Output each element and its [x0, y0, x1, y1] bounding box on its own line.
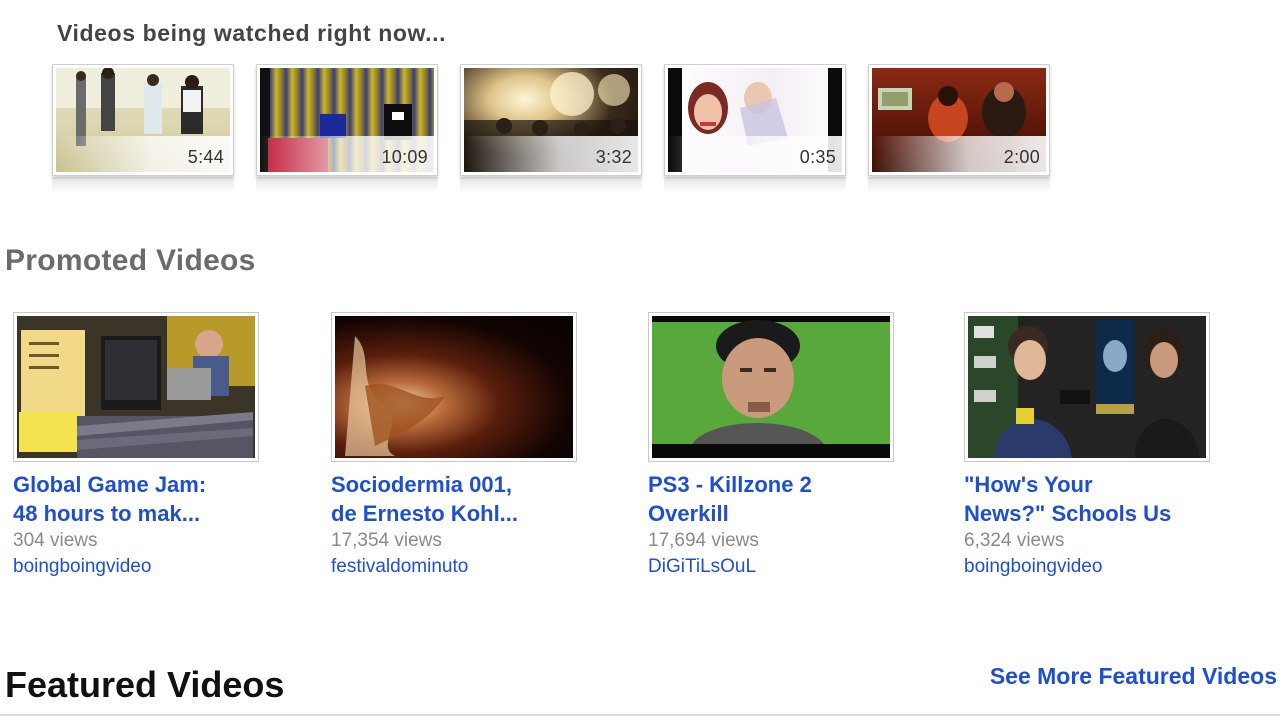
title-line-2: News?" Schools Us: [964, 501, 1172, 526]
promoted-videos-heading: Promoted Videos: [5, 244, 256, 277]
promoted-video-2: Sociodermia 001, de Ernesto Kohl... 17,3…: [331, 312, 601, 578]
thumbnail-image: [968, 316, 1206, 458]
thumbnail-image: [652, 316, 890, 458]
video-title-link[interactable]: "How's Your News?" Schools Us: [964, 470, 1209, 528]
promoted-video-4: "How's Your News?" Schools Us 6,324 view…: [964, 312, 1234, 578]
title-line-1: "How's Your: [964, 472, 1093, 497]
video-thumbnail[interactable]: [648, 312, 894, 462]
thumbnail-image: [17, 316, 255, 458]
duration-label: 0:35: [799, 147, 836, 167]
watched-thumbnail-4[interactable]: 0:35: [664, 64, 846, 176]
channel-link[interactable]: boingboingvideo: [964, 556, 1234, 578]
video-thumbnail[interactable]: [331, 312, 577, 462]
featured-videos-heading: Featured Videos: [5, 664, 285, 705]
promoted-video-3: PS3 - Killzone 2 Overkill 17,694 views D…: [648, 312, 918, 578]
watched-thumbnail-2[interactable]: 10:09: [256, 64, 438, 176]
section-divider: [0, 714, 1280, 716]
thumbnail-image: 10:09: [260, 68, 434, 172]
watched-thumbnail-5[interactable]: 2:00: [868, 64, 1050, 176]
duration-label: 5:44: [187, 147, 224, 167]
title-line-2: 48 hours to mak...: [13, 501, 201, 526]
promoted-video-1: Global Game Jam: 48 hours to mak... 304 …: [13, 312, 283, 578]
duration-label: 3:32: [595, 147, 632, 167]
thumbnail-reflection: [256, 177, 438, 193]
thumbnail-reflection: [460, 177, 642, 193]
title-line-2: Overkill: [648, 501, 729, 526]
view-count: 6,324 views: [964, 530, 1065, 551]
channel-link[interactable]: DiGiTiLsOuL: [648, 556, 918, 578]
title-line-1: Sociodermia 001,: [331, 472, 512, 497]
thumbnail-reflection: [868, 177, 1050, 193]
channel-link[interactable]: boingboingvideo: [13, 556, 283, 578]
watched-now-heading: Videos being watched right now...: [57, 20, 447, 46]
duration-label: 2:00: [1003, 147, 1040, 167]
title-line-2: de Ernesto Kohl...: [331, 501, 519, 526]
thumbnail-image: 5:44: [56, 68, 230, 172]
title-line-1: PS3 - Killzone 2: [648, 472, 812, 497]
thumbnail-image: [335, 316, 573, 458]
channel-link[interactable]: festivaldominuto: [331, 556, 601, 578]
thumbnail-image: 3:32: [464, 68, 638, 172]
view-count: 304 views: [13, 530, 98, 551]
video-thumbnail[interactable]: [13, 312, 259, 462]
view-count: 17,694 views: [648, 530, 759, 551]
view-count: 17,354 views: [331, 530, 442, 551]
watched-thumbnail-3[interactable]: 3:32: [460, 64, 642, 176]
video-title-link[interactable]: Sociodermia 001, de Ernesto Kohl...: [331, 470, 576, 528]
thumbnail-reflection: [664, 177, 846, 193]
watched-thumbnail-1[interactable]: 5:44: [52, 64, 234, 176]
title-line-1: Global Game Jam:: [13, 472, 207, 497]
see-more-featured-link[interactable]: See More Featured Videos: [990, 663, 1277, 690]
duration-label: 10:09: [381, 147, 428, 167]
page: Videos being watched right now... 5:44 1…: [0, 0, 1280, 720]
thumbnail-image: 0:35: [668, 68, 842, 172]
thumbnail-image: 2:00: [872, 68, 1046, 172]
thumbnail-reflection: [52, 177, 234, 193]
video-title-link[interactable]: PS3 - Killzone 2 Overkill: [648, 470, 893, 528]
video-title-link[interactable]: Global Game Jam: 48 hours to mak...: [13, 470, 258, 528]
video-thumbnail[interactable]: [964, 312, 1210, 462]
